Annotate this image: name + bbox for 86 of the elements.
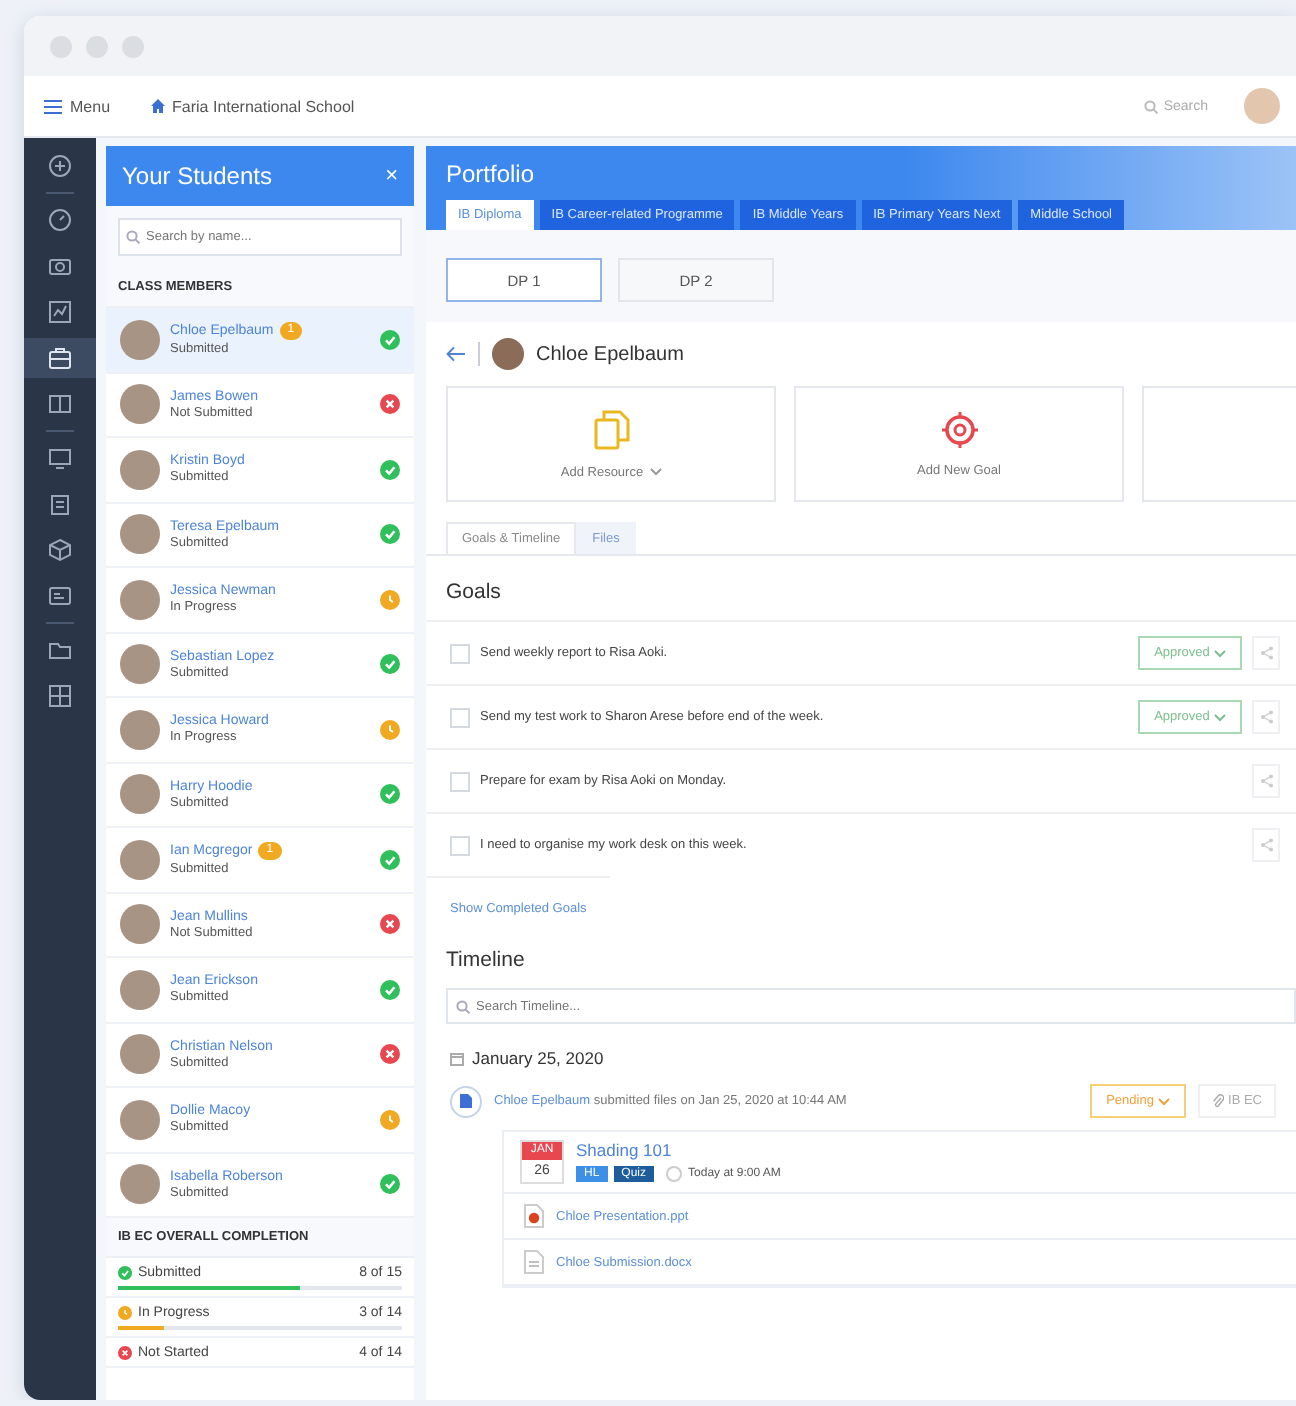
check-icon [380, 524, 400, 545]
hamburger-icon [44, 99, 62, 113]
avatar [120, 839, 160, 880]
cross-icon [380, 1044, 400, 1065]
check-icon [380, 654, 400, 675]
calendar-icon [450, 1051, 464, 1065]
clock-icon [380, 589, 400, 610]
clock-icon [380, 719, 400, 740]
section-title: Goals [444, 578, 503, 608]
check-icon [380, 849, 400, 870]
cross-icon [118, 1346, 132, 1360]
share-icon [1259, 774, 1273, 788]
back-arrow-icon [446, 346, 466, 362]
search-icon [456, 999, 470, 1013]
checkbox[interactable] [450, 771, 470, 791]
avatar [120, 709, 160, 750]
avatar [120, 1034, 160, 1075]
share-icon [1259, 710, 1273, 724]
avatar [120, 774, 160, 815]
copy-icon [593, 409, 629, 449]
share-icon [1259, 838, 1273, 852]
student-heading: Chloe Epelbaum [536, 343, 684, 365]
panel-title: Your Students [122, 162, 272, 190]
caret-icon [1157, 1097, 1170, 1105]
clock-icon [666, 1166, 683, 1182]
check-icon [380, 459, 400, 480]
share-icon [1259, 646, 1273, 660]
timeline-date: January 25, 2020 [472, 1048, 604, 1068]
menu-button[interactable]: Menu [40, 93, 115, 119]
page-title: Portfolio [446, 160, 535, 188]
avatar [120, 449, 160, 490]
search-icon [1143, 99, 1158, 113]
home-icon [150, 98, 167, 114]
checkbox[interactable] [450, 707, 470, 727]
task-title[interactable]: Shading 101 [576, 1140, 781, 1160]
share-button[interactable] [1252, 700, 1280, 734]
section-title: Timeline [444, 946, 527, 976]
clipboard-icon [48, 492, 72, 516]
presentation-file-icon [524, 1204, 544, 1228]
school-name[interactable]: Faria International School [172, 97, 355, 115]
share-button[interactable] [1252, 636, 1280, 670]
grid-icon [48, 684, 72, 708]
check-icon [380, 784, 400, 805]
avatar [492, 338, 524, 370]
caret-icon [649, 468, 662, 476]
avatar [120, 969, 160, 1010]
camera-icon [48, 254, 72, 278]
document-icon [460, 1094, 472, 1108]
check-icon [380, 329, 400, 350]
id-card-icon [48, 584, 72, 608]
search-icon [126, 230, 140, 244]
cross-icon [380, 394, 400, 415]
check-icon [380, 1174, 400, 1195]
chart-icon [48, 300, 72, 324]
cross-icon [380, 914, 400, 935]
plus-circle-icon [48, 154, 72, 178]
avatar [120, 514, 160, 555]
cube-icon [48, 538, 72, 562]
avatar [120, 1164, 160, 1205]
checkbox[interactable] [450, 835, 470, 855]
clock-icon [380, 1109, 400, 1130]
avatar[interactable] [1244, 88, 1280, 124]
briefcase-icon [48, 346, 72, 370]
clock-icon [118, 1306, 132, 1320]
avatar [120, 319, 160, 360]
avatar [120, 579, 160, 620]
check-icon [380, 979, 400, 1000]
avatar [120, 644, 160, 685]
avatar [120, 904, 160, 945]
checkbox[interactable] [450, 643, 470, 663]
book-icon [48, 392, 72, 416]
folder-icon [48, 638, 72, 662]
avatar [120, 384, 160, 425]
nav-rail-item[interactable] [24, 338, 96, 378]
paperclip-icon [1212, 1094, 1225, 1108]
share-button[interactable] [1252, 764, 1280, 798]
avatar [120, 1099, 160, 1140]
target-icon [941, 411, 977, 447]
gauge-icon [48, 208, 72, 232]
monitor-icon [48, 446, 72, 470]
document-file-icon [524, 1250, 544, 1274]
close-button[interactable]: × [385, 164, 398, 188]
check-icon [118, 1266, 132, 1280]
caret-icon [1213, 713, 1226, 721]
caret-icon [1213, 649, 1226, 657]
share-button[interactable] [1252, 828, 1280, 862]
